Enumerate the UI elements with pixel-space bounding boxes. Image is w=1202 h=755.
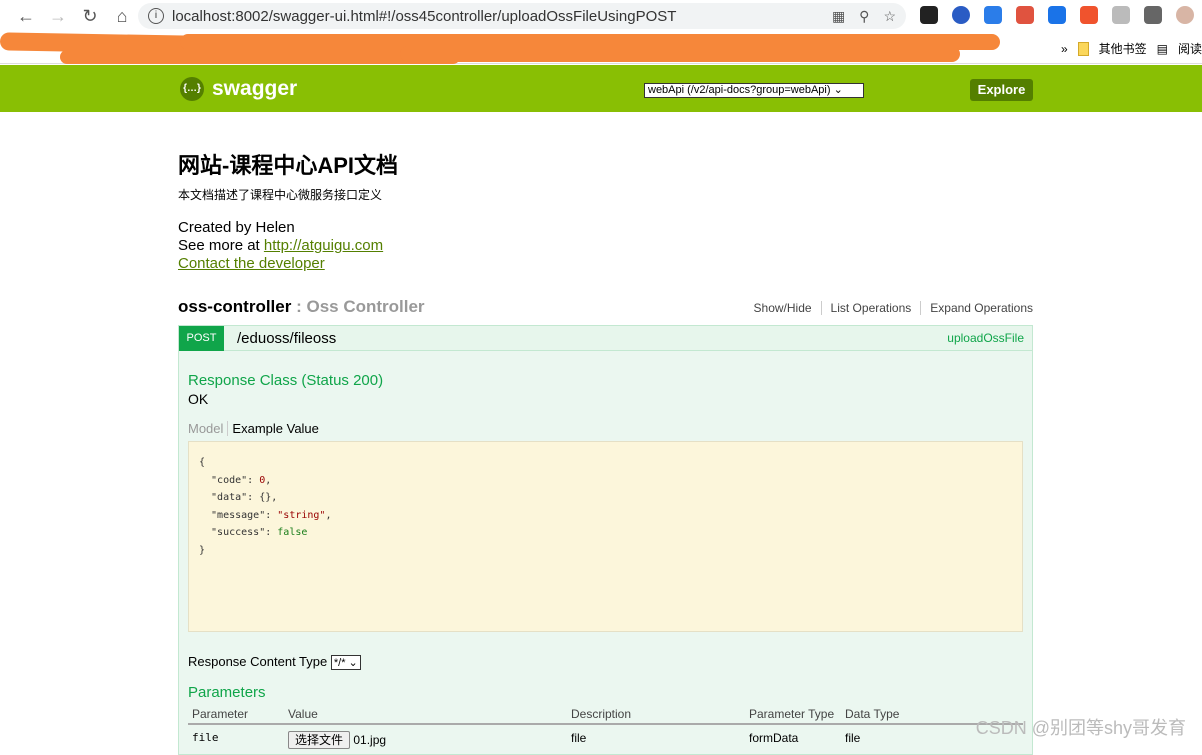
operation-header[interactable]: POST /eduoss/fileoss uploadOssFile: [179, 325, 1032, 351]
tab-example-value[interactable]: Example Value: [228, 421, 322, 436]
extension-icon[interactable]: [952, 6, 970, 24]
bookmark-reading[interactable]: 阅读: [1178, 40, 1202, 57]
avatar[interactable]: [1176, 6, 1194, 24]
page-title: 网站-课程中心API文档: [178, 153, 399, 178]
forward-icon[interactable]: →: [42, 6, 74, 27]
created-by: Created by Helen: [178, 219, 295, 236]
watermark: CSDN @别团等shy哥发育: [975, 718, 1186, 738]
show-hide-link[interactable]: Show/Hide: [745, 301, 822, 315]
main-content: 网站-课程中心API文档 本文档描述了课程中心微服务接口定义 Created b…: [178, 112, 1033, 755]
operation-path[interactable]: /eduoss/fileoss: [237, 330, 336, 347]
resource-name: oss-controller: [178, 297, 292, 316]
api-select[interactable]: webApi (/v2/api-docs?group=webApi) ⌄: [644, 83, 864, 98]
extension-icon[interactable]: [984, 6, 1002, 24]
parameters-table: Parameter Value Description Parameter Ty…: [188, 705, 1023, 754]
see-more-label: See more at: [178, 237, 264, 254]
response-class-title: Response Class (Status 200): [188, 372, 384, 389]
col-parameter: Parameter: [188, 705, 284, 725]
swagger-header: {…} swagger webApi (/v2/api-docs?group=we…: [0, 65, 1202, 112]
extension-icon[interactable]: [920, 6, 938, 24]
qr-icon[interactable]: ▦: [832, 8, 845, 25]
swagger-logo[interactable]: {…} swagger: [180, 77, 297, 101]
api-select-value: webApi (/v2/api-docs?group=webApi): [648, 84, 831, 96]
resource-title[interactable]: oss-controller : Oss Controller: [178, 297, 425, 317]
logo-text: swagger: [212, 77, 298, 100]
bookmark-other[interactable]: 其他书签: [1099, 40, 1147, 57]
data-value: {}: [259, 492, 272, 503]
tab-model[interactable]: Model: [188, 421, 229, 436]
success-value: false: [277, 527, 308, 538]
response-content-type-label: Response Content Type: [188, 654, 328, 669]
extension-icon[interactable]: [1080, 6, 1098, 24]
star-icon[interactable]: ☆: [883, 8, 896, 25]
message-value: "string": [277, 509, 326, 521]
more-bookmarks-icon[interactable]: »: [1061, 42, 1068, 56]
resource-sep: :: [291, 297, 307, 316]
extension-icon[interactable]: [1016, 6, 1034, 24]
zoom-icon[interactable]: ⚲: [859, 8, 869, 25]
swagger-logo-icon: {…}: [180, 77, 204, 101]
contact-link[interactable]: Contact the developer: [178, 255, 325, 272]
reload-icon[interactable]: ↻: [74, 6, 106, 27]
response-content-type-select[interactable]: */* ⌄: [330, 655, 361, 670]
info-icon[interactable]: i: [148, 8, 164, 24]
expand-operations-link[interactable]: Expand Operations: [921, 301, 1033, 315]
extensions: [920, 6, 1194, 24]
api-description: 本文档描述了课程中心微服务接口定义: [178, 188, 383, 202]
resource-desc: Oss Controller: [306, 297, 425, 316]
response-message: OK: [188, 391, 209, 407]
reading-list-icon[interactable]: ▤: [1157, 42, 1168, 56]
content-type-value: */*: [333, 657, 346, 669]
folder-icon: [1077, 41, 1089, 56]
code-value: 0: [259, 474, 266, 486]
back-icon[interactable]: ←: [10, 6, 42, 27]
home-icon[interactable]: ⌂: [106, 6, 138, 27]
operation-nickname[interactable]: uploadOssFile: [947, 331, 1024, 345]
extension-icon[interactable]: [1112, 6, 1130, 24]
method-badge[interactable]: POST: [179, 325, 224, 351]
url-text[interactable]: localhost:8002/swagger-ui.html#!/oss45co…: [172, 8, 676, 25]
example-value-code[interactable]: { "code": 0, "data": {}, "message": "str…: [188, 441, 1023, 632]
extension-icon[interactable]: [1048, 6, 1066, 24]
explore-button[interactable]: Explore: [970, 79, 1033, 101]
see-more-link[interactable]: http://atguigu.com: [264, 237, 383, 254]
col-parameter-type: Parameter Type: [745, 705, 841, 725]
operation-panel: POST /eduoss/fileoss uploadOssFile Respo…: [178, 325, 1033, 755]
bookmarks-bar: » 其他书签 ▤ 阅读: [0, 32, 1202, 64]
address-bar[interactable]: i localhost:8002/swagger-ui.html#!/oss45…: [138, 3, 906, 29]
parameters-title: Parameters: [188, 684, 266, 701]
chosen-file: 01.jpg: [353, 733, 387, 747]
choose-file-button[interactable]: 选择文件: [288, 731, 351, 749]
puzzle-icon[interactable]: [1144, 6, 1162, 24]
col-value: Value: [284, 705, 567, 725]
list-operations-link[interactable]: List Operations: [822, 301, 922, 315]
col-description: Description: [567, 705, 745, 725]
